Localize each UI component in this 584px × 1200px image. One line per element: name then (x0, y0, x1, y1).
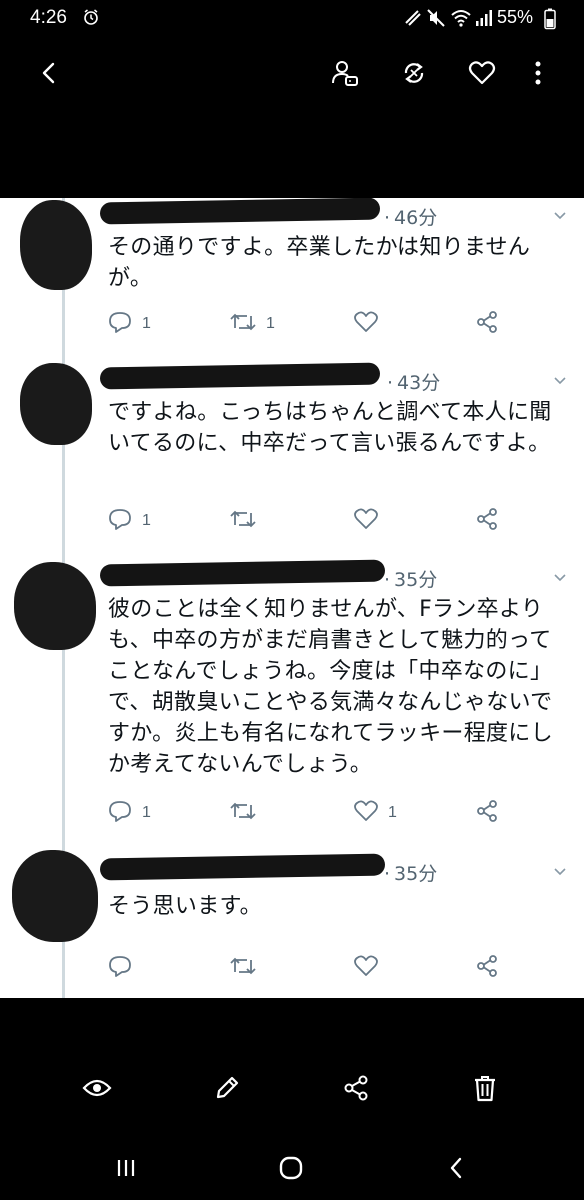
reply-button[interactable]: 1 (108, 800, 151, 826)
signal-icon (475, 8, 493, 32)
view-icon (82, 1077, 112, 1103)
navigation-bar (0, 1140, 584, 1200)
avatar-redacted (20, 200, 92, 290)
share-tweet-icon (476, 800, 498, 826)
status-bar: 4:26 55% (0, 0, 584, 40)
retweet-button[interactable]: 1 (230, 311, 275, 337)
mute-icon (426, 8, 446, 32)
chevron-down-icon[interactable] (552, 864, 568, 880)
chevron-down-icon[interactable] (552, 373, 568, 389)
reply-button[interactable]: 1 (108, 508, 151, 534)
tag-person-button[interactable] (326, 56, 364, 94)
share-icon (343, 1075, 369, 1105)
tweet-text: ですよね。こっちはちゃんと調べて本人に聞いてるのに、中卒だって言い張るんですよ。 (108, 400, 552, 456)
tweet-text: そう思います。 (108, 894, 262, 919)
reply-count: 1 (142, 512, 151, 529)
retweet-icon (230, 509, 256, 533)
screenshot-image: · 46分 その通りですよ。卒業したかは知りませんが。 1 1 · 43分 です… (0, 198, 584, 998)
share-tweet-icon (476, 508, 498, 534)
like-count: 1 (388, 804, 397, 821)
share-tweet-button[interactable] (476, 800, 498, 826)
tweet-text: 彼のことは全く知りませんが、Fラン卒よりも、中卒の方がまだ肩書きとして魅力的って… (108, 597, 553, 777)
delete-button[interactable] (467, 1072, 503, 1108)
retweet-icon (230, 312, 256, 336)
tweet-actions: 1 1 (108, 311, 508, 337)
delete-icon (473, 1074, 497, 1106)
like-button[interactable] (354, 508, 388, 534)
status-time: 4:26 (30, 7, 67, 28)
reply-icon (108, 311, 132, 337)
tweet-text: その通りですよ。卒業したかは知りませんが。 (108, 235, 531, 291)
retweet-icon (230, 956, 256, 980)
retweet-count: 1 (266, 315, 275, 332)
reply-count: 1 (142, 804, 151, 821)
alarm-icon (82, 8, 100, 30)
back-icon (38, 61, 60, 89)
home-icon (278, 1155, 304, 1185)
chevron-down-icon[interactable] (552, 208, 568, 224)
heart-icon (354, 508, 378, 534)
share-tweet-button[interactable] (476, 311, 498, 337)
tag-person-icon (331, 59, 359, 91)
username-redacted (99, 362, 381, 390)
tweet-actions (108, 955, 508, 981)
reply-button[interactable] (108, 955, 142, 981)
recents-icon (115, 1157, 137, 1183)
tweet-actions: 1 (108, 508, 508, 534)
retweet-button[interactable] (230, 955, 266, 981)
rotate-icon (400, 59, 428, 91)
retweet-button[interactable] (230, 800, 266, 826)
like-button[interactable]: 1 (354, 800, 397, 826)
reply-icon (108, 800, 132, 826)
tweet-time: · 35分 (384, 863, 438, 885)
username-redacted (99, 198, 381, 225)
favorite-icon (468, 60, 496, 90)
heart-icon (354, 955, 378, 981)
username-redacted (99, 559, 386, 587)
retweet-button[interactable] (230, 508, 266, 534)
retweet-icon (230, 801, 256, 825)
reply-button[interactable]: 1 (108, 311, 151, 337)
tweet-time: · 43分 (387, 372, 441, 394)
viewer-toolbar (0, 40, 584, 110)
share-tweet-icon (476, 955, 498, 981)
edit-button[interactable] (209, 1072, 245, 1108)
chevron-down-icon[interactable] (552, 570, 568, 586)
share-tweet-button[interactable] (476, 955, 498, 981)
share-tweet-icon (476, 311, 498, 337)
like-button[interactable] (354, 311, 388, 337)
back-nav-button[interactable] (438, 1154, 474, 1186)
heart-icon (354, 800, 378, 826)
back-button[interactable] (30, 56, 68, 94)
view-button[interactable] (79, 1072, 115, 1108)
heart-icon (354, 311, 378, 337)
tweet-time: · 35分 (384, 569, 438, 591)
no-signal-icon (403, 8, 423, 32)
battery-icon (544, 8, 556, 34)
reply-count: 1 (142, 315, 151, 332)
favorite-button[interactable] (463, 56, 501, 94)
home-button[interactable] (273, 1154, 309, 1186)
avatar-redacted (20, 363, 92, 445)
back-nav-icon (446, 1156, 466, 1184)
more-icon (534, 60, 542, 90)
wifi-icon (450, 8, 472, 32)
share-tweet-button[interactable] (476, 508, 498, 534)
reply-icon (108, 955, 132, 981)
rotate-button[interactable] (395, 56, 433, 94)
tweet-time: · 46分 (384, 207, 438, 229)
edit-icon (214, 1075, 240, 1105)
avatar-redacted (12, 850, 98, 942)
bottom-toolbar (0, 1060, 584, 1120)
battery-percent: 55% (497, 7, 534, 27)
share-button[interactable] (338, 1072, 374, 1108)
tweet-actions: 1 1 (108, 800, 508, 826)
avatar-redacted (14, 562, 96, 650)
recents-button[interactable] (108, 1154, 144, 1186)
username-redacted (99, 853, 386, 881)
like-button[interactable] (354, 955, 388, 981)
reply-icon (108, 508, 132, 534)
more-options-button[interactable] (519, 56, 557, 94)
